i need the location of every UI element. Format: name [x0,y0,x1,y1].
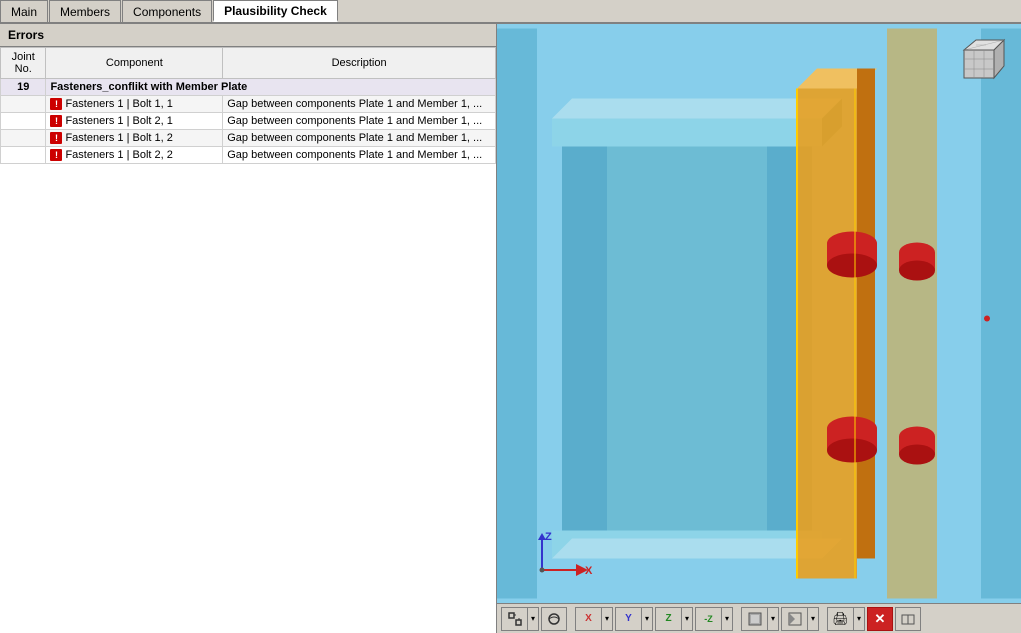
error-icon-2: ! [50,115,62,127]
cell-e1-component: !Fasteners 1 | Bolt 1, 1 [46,96,223,113]
close-view-button[interactable]: ✕ [867,607,893,631]
svg-text:Z: Z [545,531,552,543]
cell-e1-description: Gap between components Plate 1 and Membe… [223,96,496,113]
fit-view-arrow-icon[interactable]: ▾ [528,614,538,623]
tab-main[interactable]: Main [0,0,48,22]
z-axis-arrow-icon[interactable]: ▾ [682,614,692,623]
display-mode-arrow-icon[interactable]: ▾ [768,614,778,623]
errors-header: Errors [0,24,496,47]
right-panel[interactable]: X Z [497,24,1021,633]
y-axis-dropdown[interactable]: Y ▾ [615,607,653,631]
tab-members[interactable]: Members [49,0,121,22]
3d-scene [497,24,1021,603]
error-table: Joint No. Component Description 19 Faste… [0,47,496,164]
tab-bar: Main Members Components Plausibility Che… [0,0,1021,24]
cell-e3-description: Gap between components Plate 1 and Membe… [223,130,496,147]
print-icon: 🖨 [828,608,854,630]
display-mode-icon [742,608,768,630]
svg-text:X: X [585,565,593,577]
table-row-error-3[interactable]: !Fasteners 1 | Bolt 1, 2 Gap between com… [1,130,496,147]
x-axis-dropdown[interactable]: X ▾ [575,607,613,631]
fit-view-icon [502,608,528,630]
z-axis-dropdown[interactable]: Z ▾ [655,607,693,631]
cell-joint-no: 19 [1,79,46,96]
display-mode-dropdown[interactable]: ▾ [741,607,779,631]
axis-indicator: X Z [527,530,597,593]
orbit-button[interactable] [541,607,567,631]
bottom-toolbar: ▾ X ▾ Y ▾ Z ▾ -Z [497,603,1021,633]
cell-e4-description: Gap between components Plate 1 and Membe… [223,147,496,164]
col-joint-no: Joint No. [1,48,46,79]
table-row-error-2[interactable]: !Fasteners 1 | Bolt 2, 1 Gap between com… [1,113,496,130]
col-component: Component [46,48,223,79]
main-container: Errors Joint No. Component Description 1… [0,24,1021,633]
tab-plausibility-check[interactable]: Plausibility Check [213,0,338,22]
table-row-joint[interactable]: 19 Fasteners_conflikt with Member Plate [1,79,496,96]
error-icon-1: ! [50,98,62,110]
print-dropdown[interactable]: 🖨 ▾ [827,607,865,631]
tab-components[interactable]: Components [122,0,212,22]
fit-view-dropdown[interactable]: ▾ [501,607,539,631]
y-axis-icon: Y [616,608,642,630]
neg-z-axis-arrow-icon[interactable]: ▾ [722,614,732,623]
render-mode-arrow-icon[interactable]: ▾ [808,614,818,623]
cell-e2-component: !Fasteners 1 | Bolt 2, 1 [46,113,223,130]
neg-z-axis-icon: -Z [696,608,722,630]
x-axis-icon: X [576,608,602,630]
cube-nav-svg [956,34,1011,89]
x-axis-arrow-icon[interactable]: ▾ [602,614,612,623]
cell-e1-joint [1,96,46,113]
table-row-error-4[interactable]: !Fasteners 1 | Bolt 2, 2 Gap between com… [1,147,496,164]
cell-e2-joint [1,113,46,130]
table-row-error-1[interactable]: !Fasteners 1 | Bolt 1, 1 Gap between com… [1,96,496,113]
error-icon-4: ! [50,149,62,161]
cell-e4-component: !Fasteners 1 | Bolt 2, 2 [46,147,223,164]
cell-e2-description: Gap between components Plate 1 and Membe… [223,113,496,130]
neg-z-axis-dropdown[interactable]: -Z ▾ [695,607,733,631]
cell-e4-joint [1,147,46,164]
render-mode-dropdown[interactable]: ▾ [781,607,819,631]
cell-e3-joint [1,130,46,147]
render-mode-icon [782,608,808,630]
y-axis-arrow-icon[interactable]: ▾ [642,614,652,623]
print-arrow-icon[interactable]: ▾ [854,614,864,623]
cell-joint-component: Fasteners_conflikt with Member Plate [46,79,496,96]
cell-e3-component: !Fasteners 1 | Bolt 1, 2 [46,130,223,147]
z-axis-icon: Z [656,608,682,630]
cube-navigator[interactable] [956,34,1011,89]
left-panel: Errors Joint No. Component Description 1… [0,24,497,633]
error-icon-3: ! [50,132,62,144]
col-description: Description [223,48,496,79]
axis-svg: X Z [527,530,597,590]
panel-button[interactable] [895,607,921,631]
